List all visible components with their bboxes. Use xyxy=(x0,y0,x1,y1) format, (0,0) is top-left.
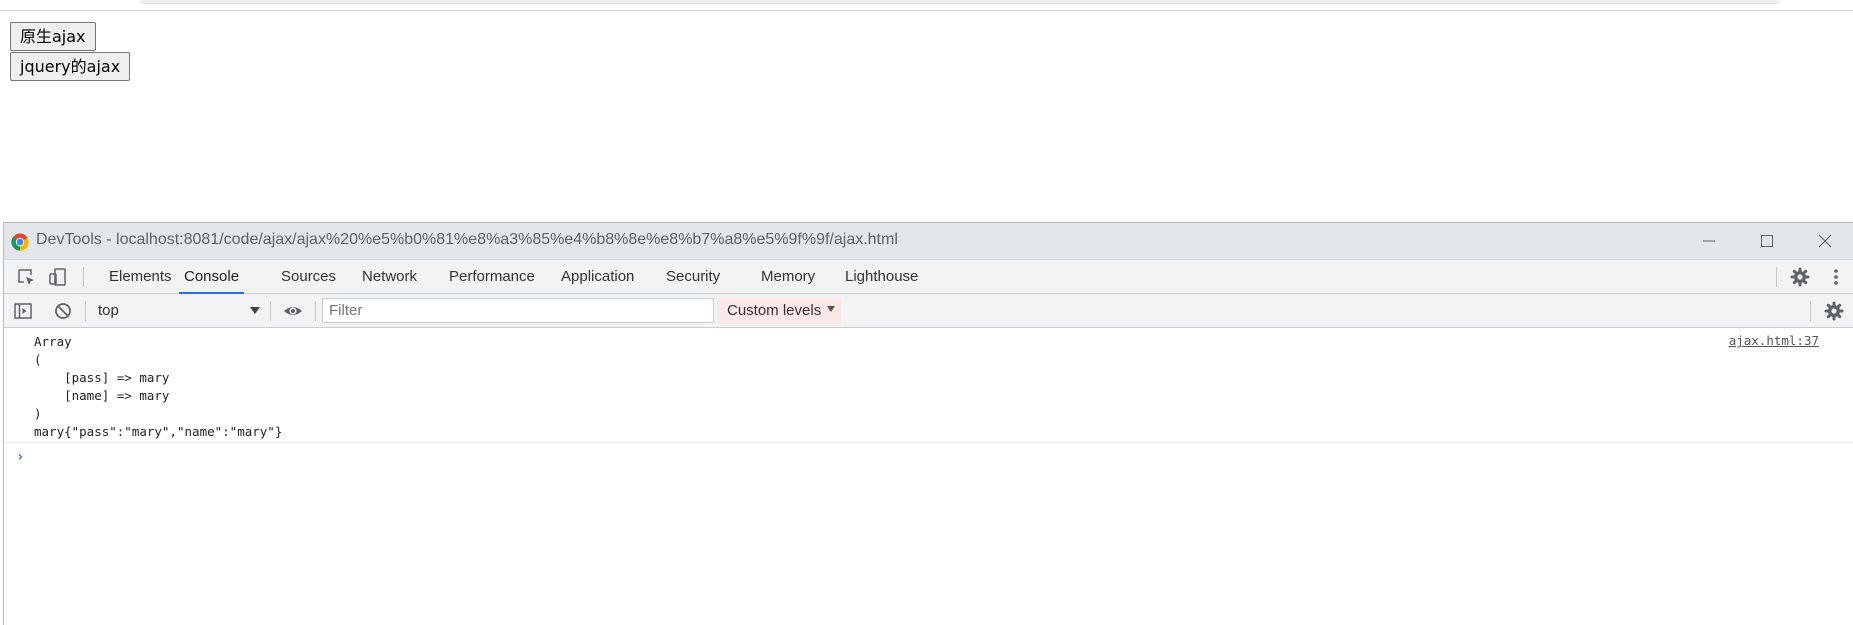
console-filter-input[interactable] xyxy=(322,298,714,323)
dropdown-arrow-icon xyxy=(827,306,836,312)
tab-network[interactable]: Network xyxy=(357,260,422,293)
console-message-text: Array ( [pass] => mary [name] => mary ) … xyxy=(34,334,283,439)
devtools-titlebar[interactable]: DevTools - localhost:8081/code/ajax/ajax… xyxy=(4,223,1853,260)
console-settings-gear-icon[interactable] xyxy=(1824,301,1844,321)
console-prompt-icon[interactable]: › xyxy=(16,449,24,465)
tab-performance[interactable]: Performance xyxy=(444,260,540,293)
devtools-tab-bar: Elements Console Sources Network Perform… xyxy=(4,260,1853,294)
tab-console[interactable]: Console xyxy=(179,260,245,294)
log-levels-label: Custom levels xyxy=(727,302,822,319)
browser-bar-edge xyxy=(140,0,1780,4)
device-toolbar-icon[interactable] xyxy=(48,267,68,287)
toolbar-divider xyxy=(83,267,84,287)
settings-gear-icon[interactable] xyxy=(1790,267,1810,287)
tab-memory[interactable]: Memory xyxy=(756,260,820,293)
devtools-window-title: DevTools - localhost:8081/code/ajax/ajax… xyxy=(36,231,898,248)
console-output[interactable]: Array ( [pass] => mary [name] => mary ) … xyxy=(4,328,1853,625)
maximize-icon[interactable] xyxy=(1738,223,1796,259)
tab-lighthouse[interactable]: Lighthouse xyxy=(840,260,923,293)
tab-security[interactable]: Security xyxy=(661,260,725,293)
tab-sources[interactable]: Sources xyxy=(276,260,341,293)
native-ajax-button[interactable]: 原生ajax xyxy=(10,22,96,51)
toolbar-divider xyxy=(315,301,316,321)
toolbar-divider xyxy=(1810,301,1811,321)
browser-top-strip xyxy=(0,0,1853,11)
close-icon[interactable] xyxy=(1796,223,1853,259)
console-toolbar: top Custom levels xyxy=(4,294,1853,328)
clear-console-icon[interactable] xyxy=(53,301,73,321)
devtools-window: DevTools - localhost:8081/code/ajax/ajax… xyxy=(3,222,1853,625)
console-source-link[interactable]: ajax.html:37 xyxy=(1729,333,1819,348)
dropdown-arrow-icon xyxy=(250,307,260,314)
context-value: top xyxy=(98,302,119,319)
toolbar-divider xyxy=(85,301,86,321)
jquery-ajax-button[interactable]: jquery的ajax xyxy=(10,52,131,81)
log-levels-dropdown[interactable]: Custom levels xyxy=(717,298,841,324)
tab-elements[interactable]: Elements xyxy=(104,260,177,293)
toolbar-divider xyxy=(1776,267,1777,287)
tab-application[interactable]: Application xyxy=(556,260,639,293)
sidebar-toggle-icon[interactable] xyxy=(13,301,33,321)
inspect-element-icon[interactable] xyxy=(16,267,36,287)
minimize-icon[interactable] xyxy=(1680,223,1738,259)
toolbar-divider xyxy=(270,301,271,321)
console-message: Array ( [pass] => mary [name] => mary ) … xyxy=(4,328,1853,443)
eye-icon[interactable] xyxy=(283,301,303,321)
context-selector[interactable]: top xyxy=(94,301,264,321)
kebab-menu-icon[interactable] xyxy=(1826,267,1846,287)
chrome-logo-icon xyxy=(11,233,29,251)
